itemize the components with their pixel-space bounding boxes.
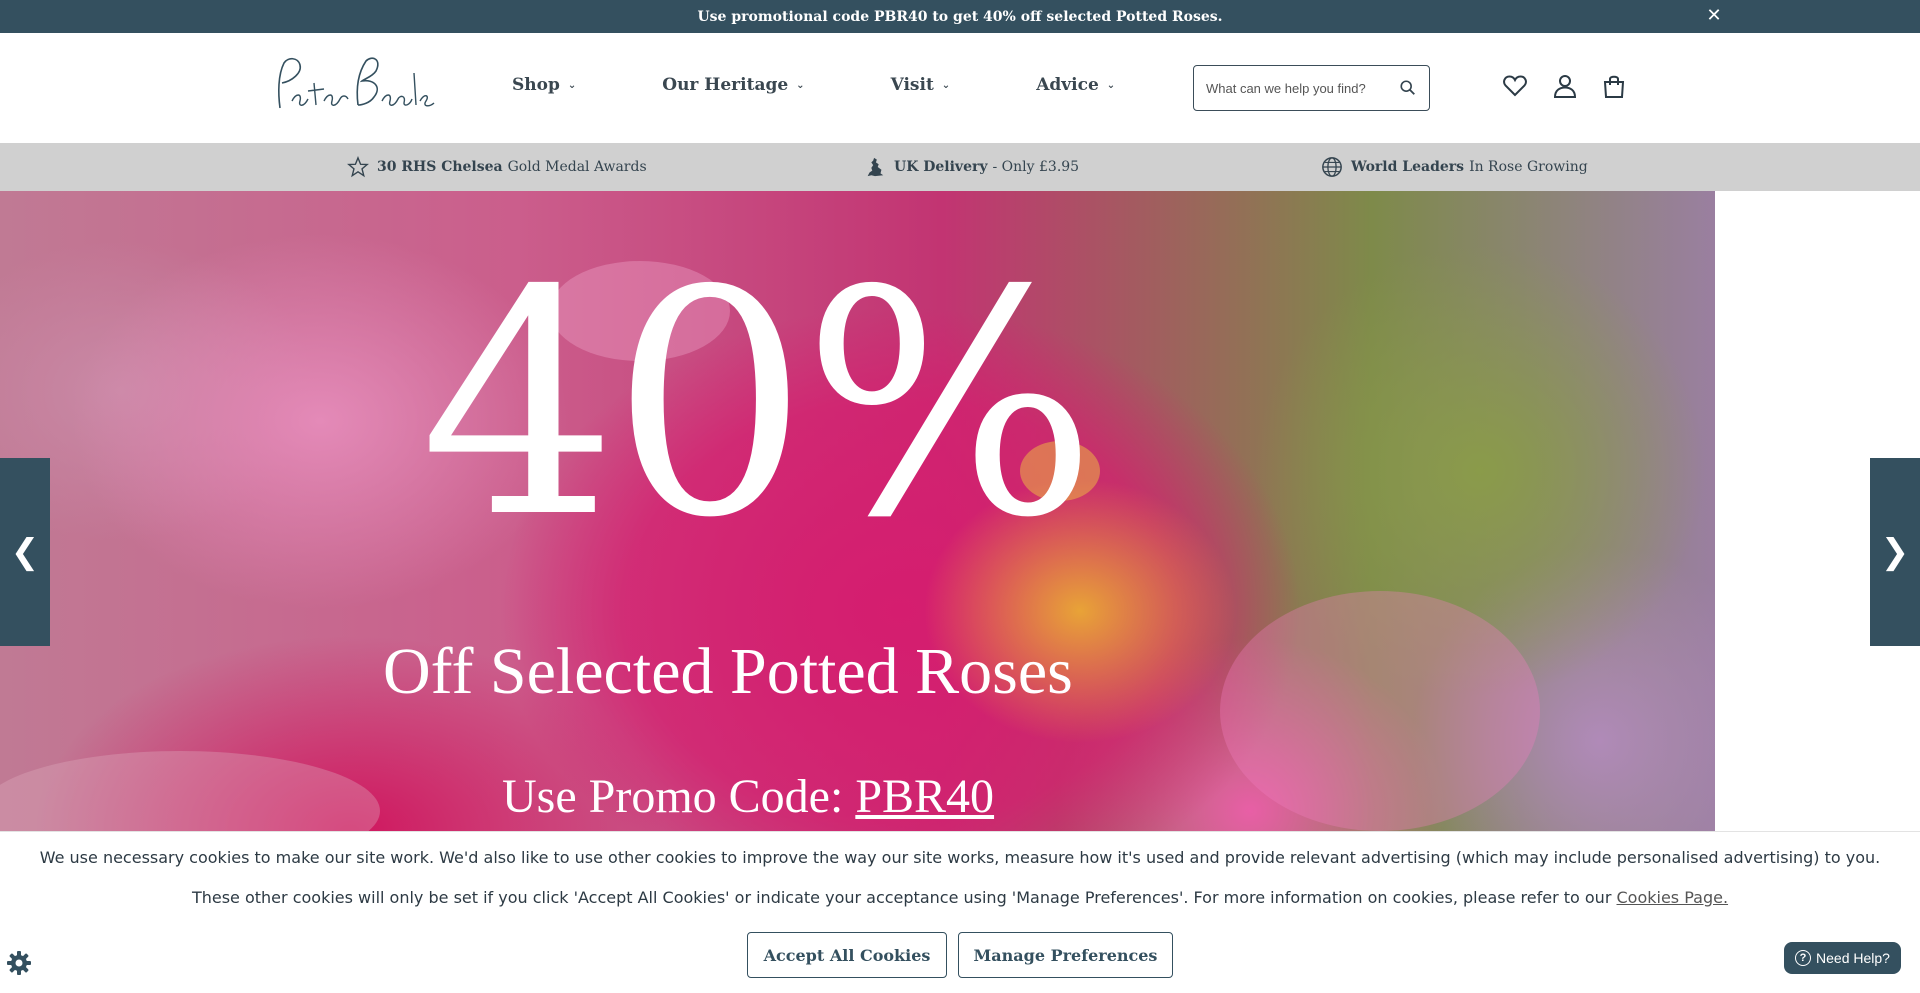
hero-headline: 40% [420, 225, 1097, 586]
hero-promo-code: Use Promo Code: PBR40 [502, 773, 994, 821]
hero-banner[interactable]: 40% Off Selected Potted Roses Use Promo … [0, 191, 1715, 831]
benefit-text: - Only £3.95 [992, 159, 1080, 175]
nav-advice[interactable]: Advice ⌄ [1036, 75, 1115, 95]
nav-shop[interactable]: Shop ⌄ [512, 75, 576, 95]
benefit-bold: 30 RHS Chelsea [377, 159, 503, 175]
logo[interactable] [270, 53, 435, 123]
gear-icon[interactable] [6, 950, 32, 976]
hero-subline: Off Selected Potted Roses [383, 635, 1073, 708]
cookie-text-1: We use necessary cookies to make our sit… [39, 848, 1881, 867]
nav-our-heritage[interactable]: Our Heritage ⌄ [662, 75, 804, 95]
benefit-text: Gold Medal Awards [507, 159, 647, 175]
close-icon[interactable]: ✕ [1704, 6, 1724, 26]
heart-icon[interactable] [1502, 73, 1528, 99]
nav-heritage-label: Our Heritage [662, 75, 789, 95]
site-header: Shop ⌄ Our Heritage ⌄ Visit ⌄ Advice ⌄ [0, 33, 1920, 143]
chevron-down-icon: ⌄ [941, 79, 951, 91]
nav-shop-label: Shop [512, 75, 560, 95]
benefits-bar: 30 RHS Chelsea Gold Medal Awards UK Deli… [0, 143, 1920, 191]
cookie-banner: We use necessary cookies to make our sit… [0, 831, 1920, 993]
hero-code: PBR40 [855, 770, 995, 823]
promo-bar: Use promotional code PBR40 to get 40% of… [0, 0, 1920, 33]
user-icon[interactable] [1552, 73, 1578, 99]
search-icon[interactable] [1399, 79, 1417, 97]
cookie-text-2-body: These other cookies will only be set if … [191, 888, 1612, 907]
carousel-next-button[interactable]: ❯ [1870, 458, 1920, 646]
chevron-down-icon: ⌄ [1106, 79, 1116, 91]
search-box [1193, 65, 1430, 111]
uk-map-icon [867, 157, 884, 177]
star-icon [347, 156, 369, 178]
help-icon: ? [1795, 950, 1812, 966]
benefit-world-leaders: World Leaders In Rose Growing [1321, 143, 1588, 191]
globe-icon [1322, 157, 1342, 177]
promo-text: Use promotional code PBR40 to get 40% of… [697, 8, 1223, 25]
nav-visit-label: Visit [890, 75, 934, 95]
hero-code-prefix: Use Promo Code: [502, 770, 844, 823]
bag-icon[interactable] [1601, 73, 1627, 99]
cookie-text-2: These other cookies will only be set if … [0, 888, 1920, 907]
main-nav: Shop ⌄ Our Heritage ⌄ Visit ⌄ Advice ⌄ [512, 75, 1115, 95]
chevron-down-icon: ⌄ [796, 79, 805, 91]
chevron-left-icon: ❮ [10, 532, 40, 572]
nav-advice-label: Advice [1036, 75, 1099, 95]
benefit-bold: UK Delivery [894, 159, 988, 175]
manage-preferences-button[interactable]: Manage Preferences [958, 932, 1173, 978]
accept-all-cookies-button[interactable]: Accept All Cookies [747, 932, 947, 978]
cookies-page-link[interactable]: Cookies Page. [1617, 888, 1729, 907]
benefit-text: In Rose Growing [1469, 159, 1588, 175]
chevron-down-icon: ⌄ [567, 79, 577, 91]
benefit-delivery: UK Delivery - Only £3.95 [864, 143, 1079, 191]
search-input[interactable] [1206, 80, 1396, 96]
carousel-prev-button[interactable]: ❮ [0, 458, 50, 646]
nav-visit[interactable]: Visit ⌄ [891, 75, 951, 95]
benefit-bold: World Leaders [1351, 159, 1465, 175]
need-help-button[interactable]: ? Need Help? [1784, 942, 1901, 974]
benefit-chelsea: 30 RHS Chelsea Gold Medal Awards [347, 143, 647, 191]
chevron-right-icon: ❯ [1880, 532, 1910, 572]
need-help-label: Need Help? [1816, 950, 1890, 966]
